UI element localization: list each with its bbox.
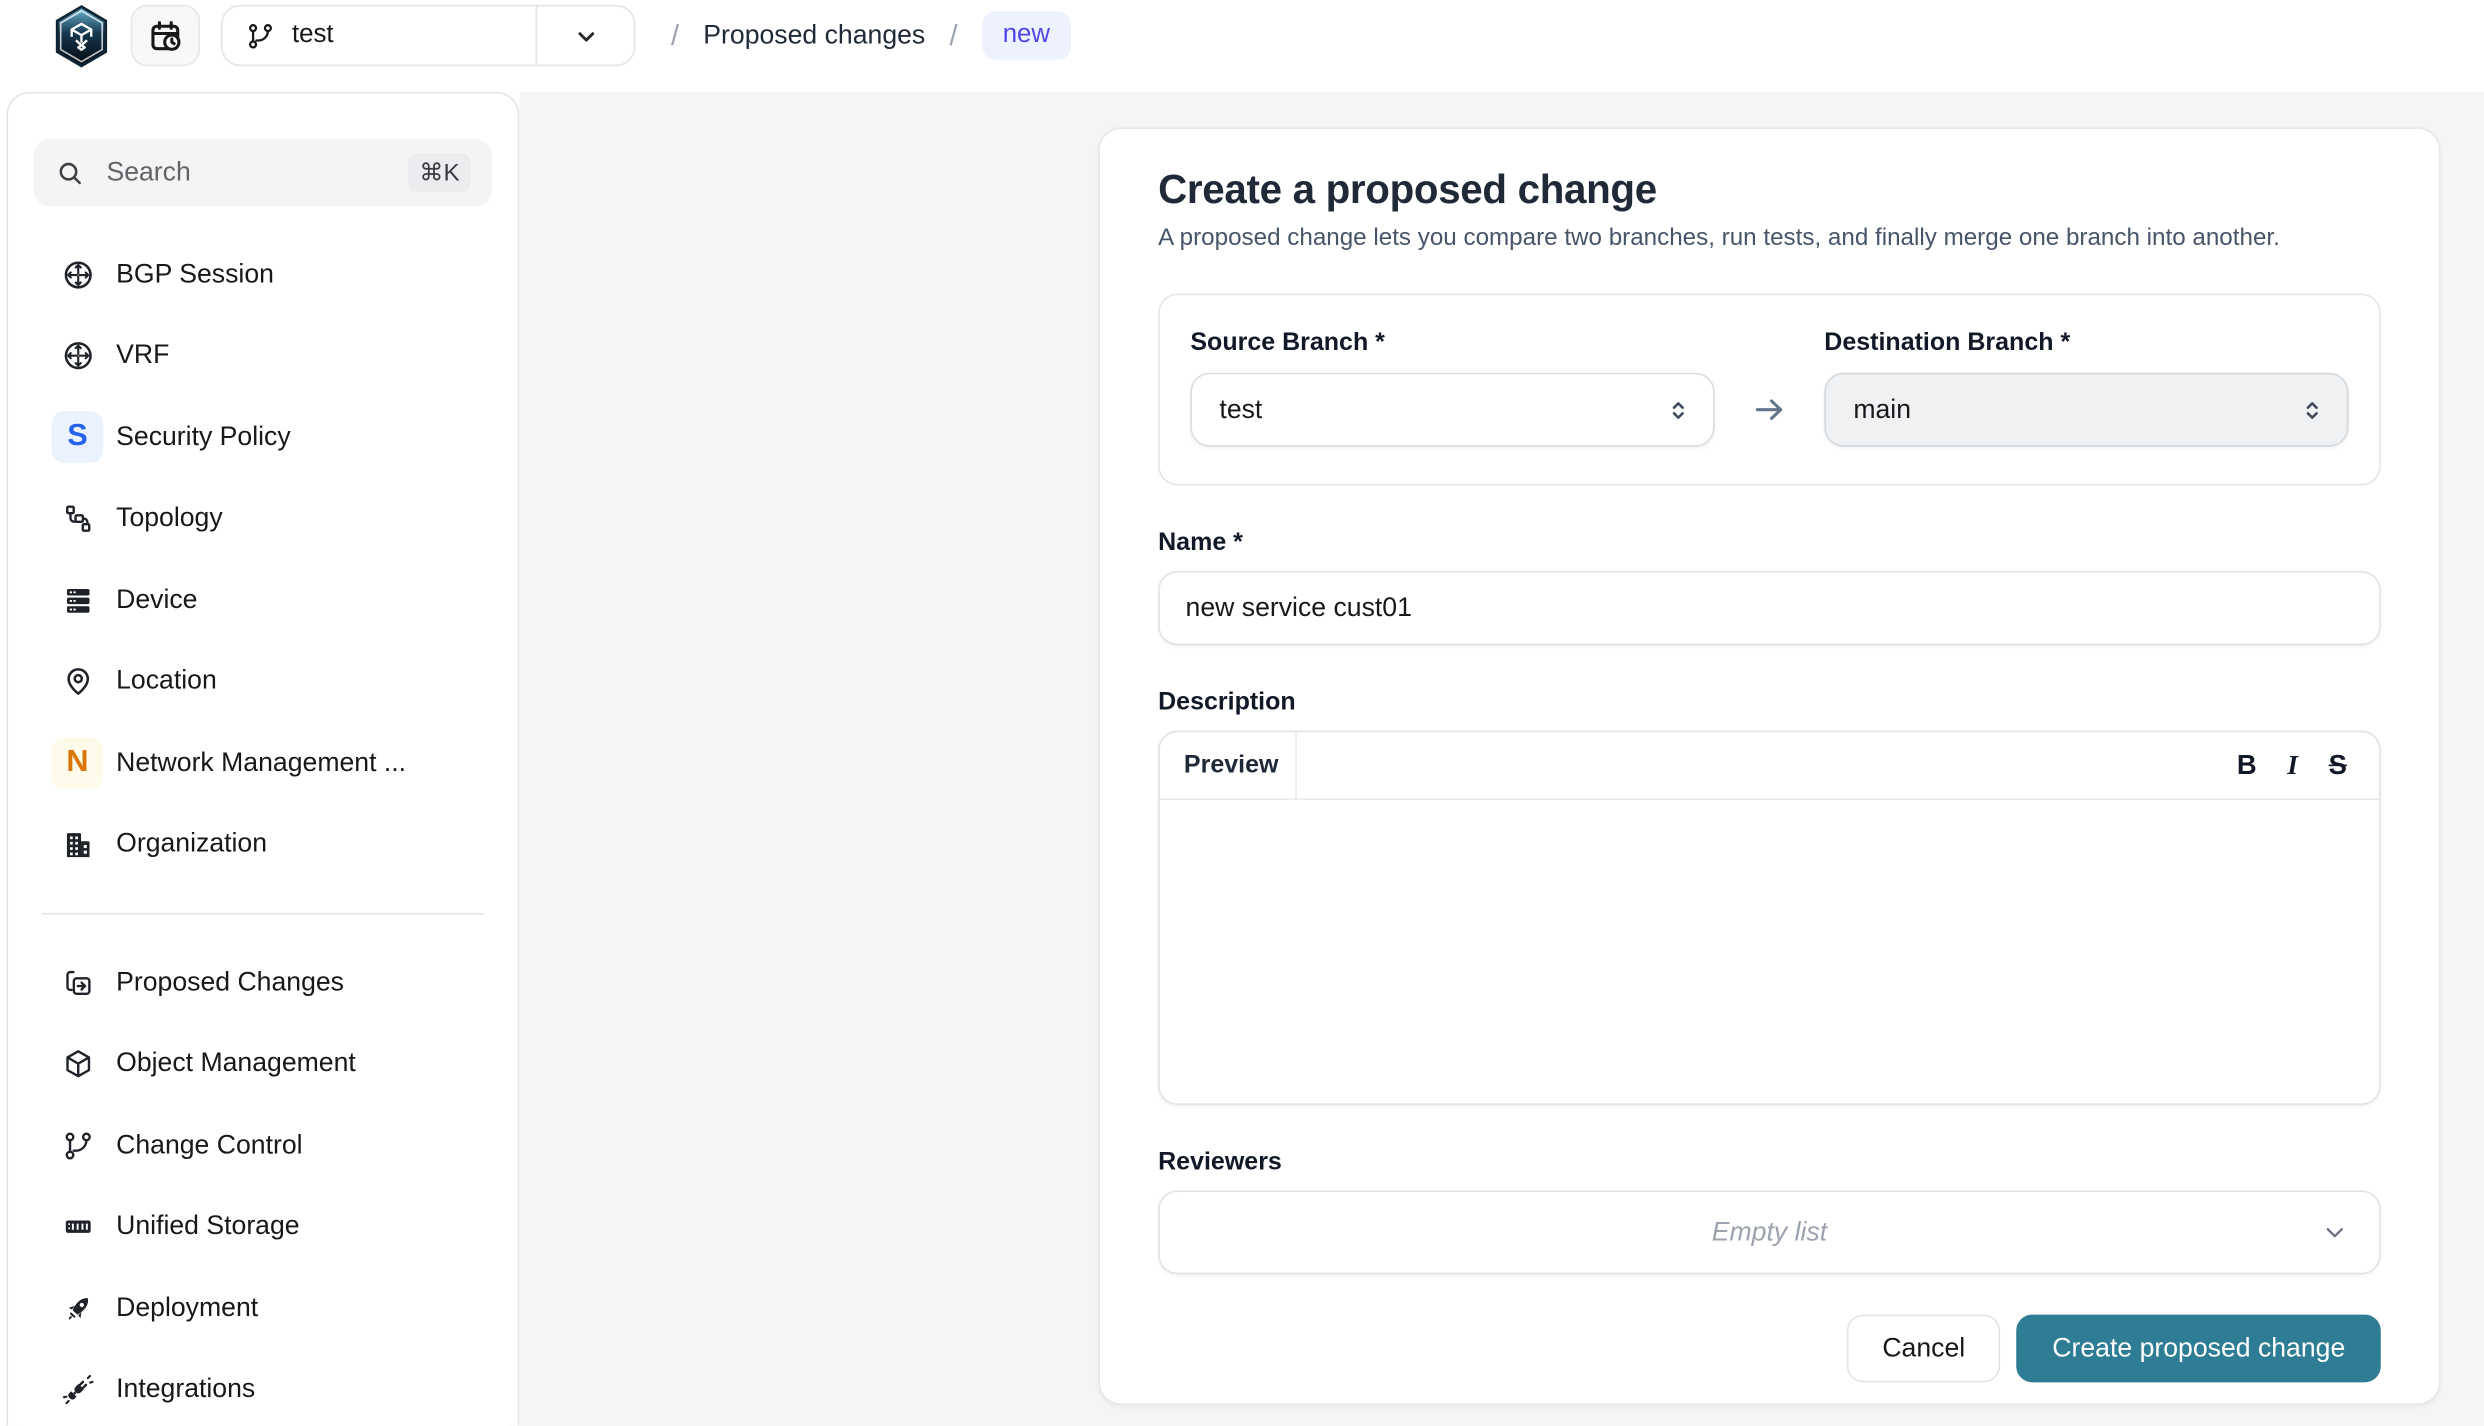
arrow-right-icon bbox=[1750, 390, 1789, 429]
sidebar-item-label: Topology bbox=[116, 504, 223, 535]
editor-toolbar: Preview B I S bbox=[1160, 732, 2379, 800]
reviewers-empty-text: Empty list bbox=[1712, 1217, 1827, 1248]
timeframe-button[interactable] bbox=[131, 5, 200, 66]
tab-preview[interactable]: Preview bbox=[1160, 732, 1297, 798]
sidebar-item-label: VRF bbox=[116, 341, 169, 372]
sidebar-item-label: BGP Session bbox=[116, 259, 274, 290]
sidebar-item-label: Organization bbox=[116, 829, 267, 860]
destination-branch-label: Destination Branch * bbox=[1824, 329, 2348, 358]
chevrons-up-down-icon bbox=[1663, 394, 1694, 425]
cube-icon bbox=[61, 1047, 95, 1081]
router-icon bbox=[61, 258, 95, 292]
name-label: Name * bbox=[1158, 529, 2381, 558]
reviewers-select[interactable]: Empty list bbox=[1158, 1190, 2381, 1274]
sidebar-item-proposed-changes[interactable]: Proposed Changes bbox=[34, 942, 492, 1023]
storage-icon bbox=[61, 1210, 95, 1244]
sidebar-item-network-management[interactable]: N Network Management ... bbox=[34, 723, 492, 804]
name-input[interactable] bbox=[1158, 571, 2381, 645]
sidebar-item-label: Object Management bbox=[116, 1049, 356, 1080]
sidebar-item-change-control[interactable]: Change Control bbox=[34, 1105, 492, 1186]
breadcrumb-item-proposed-changes[interactable]: Proposed changes bbox=[703, 20, 925, 51]
sidebar-item-security-policy[interactable]: S Security Policy bbox=[34, 397, 492, 478]
sidebar-item-location[interactable]: Location bbox=[34, 641, 492, 722]
letter-n-badge-icon: N bbox=[52, 738, 104, 790]
page-subtitle: A proposed change lets you compare two b… bbox=[1158, 224, 2381, 251]
cancel-button[interactable]: Cancel bbox=[1847, 1315, 2001, 1383]
description-textarea[interactable] bbox=[1160, 800, 2379, 1103]
branch-selector-value: test bbox=[292, 21, 334, 50]
sidebar-item-label: Location bbox=[116, 667, 217, 698]
sidebar-item-label: Device bbox=[116, 585, 197, 616]
file-arrow-icon bbox=[61, 966, 95, 1000]
sidebar-item-label: Unified Storage bbox=[116, 1212, 299, 1243]
sidebar-item-object-management[interactable]: Object Management bbox=[34, 1023, 492, 1104]
branch-selector[interactable]: test bbox=[221, 5, 636, 66]
breadcrumb-badge-new: new bbox=[982, 11, 1071, 59]
breadcrumb-separator: / bbox=[949, 19, 957, 53]
destination-branch-select[interactable]: main bbox=[1824, 373, 2348, 447]
building-icon bbox=[61, 828, 95, 862]
search-input[interactable]: Search ⌘K bbox=[34, 139, 492, 207]
create-proposed-change-button[interactable]: Create proposed change bbox=[2017, 1315, 2381, 1383]
search-shortcut: ⌘K bbox=[408, 153, 471, 192]
sidebar-item-label: Change Control bbox=[116, 1130, 302, 1161]
source-branch-value: test bbox=[1219, 394, 1262, 425]
chevron-down-icon bbox=[2319, 1217, 2350, 1248]
map-pin-icon bbox=[61, 665, 95, 699]
italic-button[interactable]: I bbox=[2287, 752, 2298, 779]
topology-icon bbox=[61, 502, 95, 536]
sidebar-item-unified-storage[interactable]: Unified Storage bbox=[34, 1186, 492, 1267]
infrahub-logo-icon bbox=[53, 4, 109, 67]
search-placeholder: Search bbox=[106, 157, 190, 188]
sidebar-item-label: Security Policy bbox=[116, 422, 291, 453]
git-branch-icon bbox=[61, 1129, 95, 1163]
app-logo[interactable] bbox=[53, 4, 109, 67]
branch-selector-toggle[interactable] bbox=[536, 6, 634, 64]
sidebar-item-label: Deployment bbox=[116, 1293, 258, 1324]
form-actions: Cancel Create proposed change bbox=[1158, 1315, 2381, 1383]
sidebar-group-platform: Proposed Changes Object Management bbox=[34, 942, 492, 1426]
main-content: Create a proposed change A proposed chan… bbox=[519, 92, 2484, 1426]
letter-s-badge-icon: S bbox=[52, 412, 104, 464]
sidebar-item-device[interactable]: Device bbox=[34, 560, 492, 641]
description-editor: Preview B I S bbox=[1158, 731, 2381, 1105]
chevrons-up-down-icon bbox=[2297, 394, 2328, 425]
git-branch-icon bbox=[245, 20, 276, 51]
server-icon bbox=[61, 583, 95, 617]
sidebar-divider bbox=[42, 913, 484, 915]
sidebar-item-label: Proposed Changes bbox=[116, 967, 344, 998]
sidebar-item-label: Integrations bbox=[116, 1375, 255, 1406]
sidebar-item-label: Network Management ... bbox=[116, 748, 406, 779]
sidebar: Search ⌘K BGP Session bbox=[6, 92, 519, 1426]
branch-compare-box: Source Branch * test bbox=[1158, 294, 2381, 486]
rocket-icon bbox=[61, 1292, 95, 1326]
search-icon bbox=[55, 157, 86, 188]
strikethrough-button[interactable]: S bbox=[2329, 752, 2347, 779]
sidebar-item-deployment[interactable]: Deployment bbox=[34, 1268, 492, 1349]
reviewers-label: Reviewers bbox=[1158, 1148, 2381, 1177]
breadcrumb-separator: / bbox=[671, 19, 679, 53]
sidebar-item-vrf[interactable]: VRF bbox=[34, 315, 492, 396]
source-branch-label: Source Branch * bbox=[1190, 329, 1714, 358]
sidebar-item-integrations[interactable]: Integrations bbox=[34, 1349, 492, 1426]
description-label: Description bbox=[1158, 689, 2381, 718]
topbar: test / Proposed changes / new bbox=[0, 0, 2484, 92]
sidebar-group-objects: BGP Session VRF bbox=[34, 234, 492, 886]
app: test / Proposed changes / new Search ⌘K bbox=[0, 0, 2484, 1426]
create-proposed-change-card: Create a proposed change A proposed chan… bbox=[1098, 127, 2440, 1404]
breadcrumb: / Proposed changes / new bbox=[671, 11, 1071, 59]
page-title: Create a proposed change bbox=[1158, 168, 2381, 215]
source-branch-select[interactable]: test bbox=[1190, 373, 1714, 447]
destination-branch-value: main bbox=[1853, 394, 1911, 425]
chevron-down-icon bbox=[570, 20, 601, 51]
calendar-clock-icon bbox=[147, 17, 184, 54]
sidebar-item-bgp-session[interactable]: BGP Session bbox=[34, 234, 492, 315]
plug-icon bbox=[61, 1373, 95, 1407]
sidebar-item-topology[interactable]: Topology bbox=[34, 478, 492, 559]
sidebar-item-organization[interactable]: Organization bbox=[34, 804, 492, 885]
bold-button[interactable]: B bbox=[2237, 752, 2257, 779]
router-icon bbox=[61, 339, 95, 373]
